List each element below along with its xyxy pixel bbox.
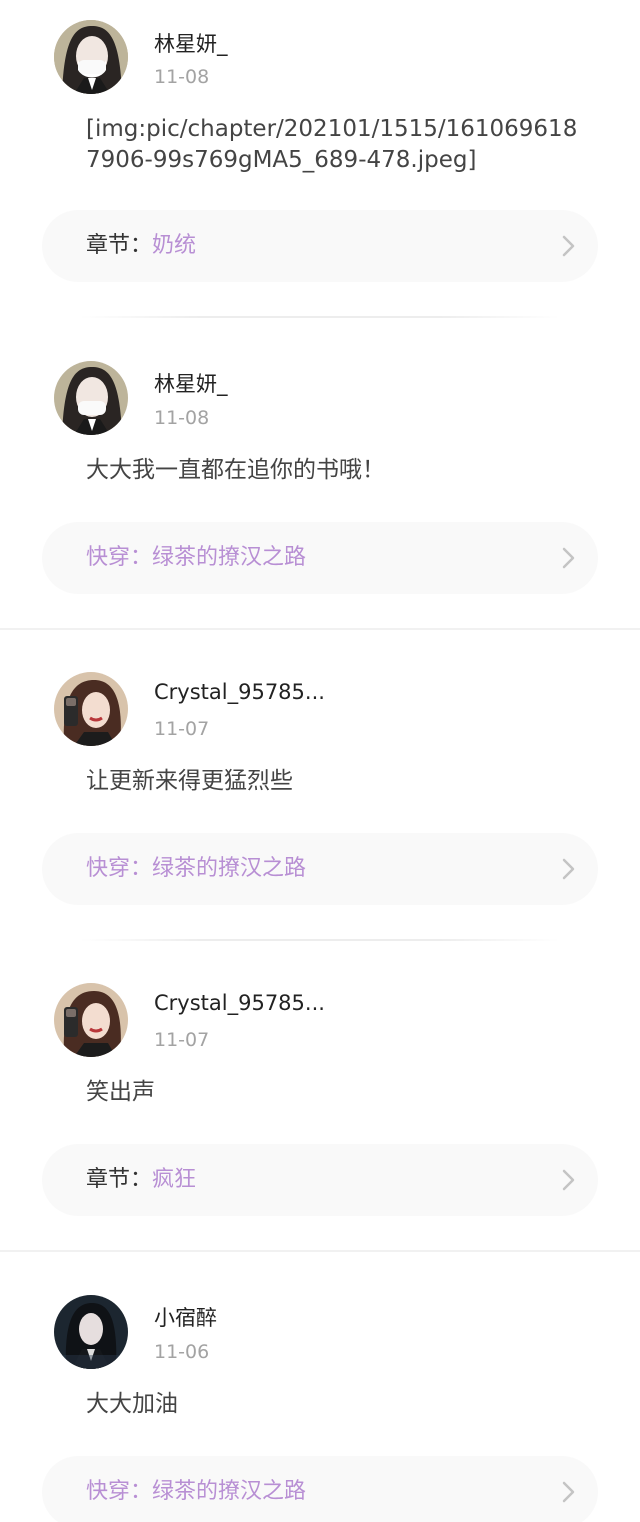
comment-date: 11-08 bbox=[154, 407, 210, 429]
section-divider bbox=[0, 628, 640, 630]
chevron-right-icon bbox=[562, 858, 575, 880]
comment-divider bbox=[80, 939, 560, 941]
comment-text: 让更新来得更猛烈些 bbox=[86, 768, 293, 794]
link-title: 奶统 bbox=[152, 233, 197, 258]
username[interactable]: 林星妍_ bbox=[154, 28, 228, 58]
link-prefix: 章节： bbox=[86, 233, 153, 258]
comment-text: 大大加油 bbox=[86, 1391, 178, 1417]
username[interactable]: 小宿醉 bbox=[154, 1302, 217, 1332]
comment-date: 11-06 bbox=[154, 1341, 210, 1363]
book-link-card[interactable]: 快穿：绿茶的撩汉之路 bbox=[42, 522, 598, 594]
link-title: 快穿：绿茶的撩汉之路 bbox=[86, 1479, 307, 1504]
user-avatar[interactable] bbox=[54, 983, 128, 1057]
book-link-card[interactable]: 快穿：绿茶的撩汉之路 bbox=[42, 1456, 598, 1522]
chevron-right-icon bbox=[562, 235, 575, 257]
link-title: 疯狂 bbox=[152, 1167, 197, 1192]
chevron-right-icon bbox=[562, 1169, 575, 1191]
user-avatar[interactable] bbox=[54, 1295, 128, 1369]
masked-girl-avatar-icon bbox=[54, 361, 128, 435]
book-link-card[interactable]: 快穿：绿茶的撩汉之路 bbox=[42, 833, 598, 905]
mirror-selfie-avatar-icon bbox=[54, 983, 128, 1057]
comment-text: [img:pic/chapter/202101/1515/16106961879… bbox=[86, 116, 578, 173]
chevron-right-icon bbox=[562, 547, 575, 569]
user-avatar[interactable] bbox=[54, 672, 128, 746]
chapter-link-card[interactable]: 章节：疯狂 bbox=[42, 1144, 598, 1216]
masked-girl-avatar-icon bbox=[54, 20, 128, 94]
dark-portrait-avatar-icon bbox=[54, 1295, 128, 1369]
comment-text: 笑出声 bbox=[86, 1079, 155, 1105]
mirror-selfie-avatar-icon bbox=[54, 672, 128, 746]
user-avatar[interactable] bbox=[54, 361, 128, 435]
chapter-link-card[interactable]: 章节：奶统 bbox=[42, 210, 598, 282]
link-prefix: 章节： bbox=[86, 1167, 153, 1192]
username[interactable]: Crystal_95785... bbox=[154, 991, 325, 1015]
comment-date: 11-07 bbox=[154, 1029, 210, 1051]
section-divider bbox=[0, 1250, 640, 1252]
comment-divider bbox=[80, 316, 560, 318]
comment-date: 11-07 bbox=[154, 718, 210, 740]
username[interactable]: 林星妍_ bbox=[154, 368, 228, 398]
user-avatar[interactable] bbox=[54, 20, 128, 94]
link-title: 快穿：绿茶的撩汉之路 bbox=[86, 545, 307, 570]
chevron-right-icon bbox=[562, 1481, 575, 1503]
comment-text: 大大我一直都在追你的书哦！ bbox=[86, 457, 385, 483]
comment-date: 11-08 bbox=[154, 66, 210, 88]
username[interactable]: Crystal_95785... bbox=[154, 680, 325, 704]
comment-feed: 林星妍_ 11-08 [img:pic/chapter/202101/1515/… bbox=[0, 0, 640, 1522]
link-title: 快穿：绿茶的撩汉之路 bbox=[86, 856, 307, 881]
